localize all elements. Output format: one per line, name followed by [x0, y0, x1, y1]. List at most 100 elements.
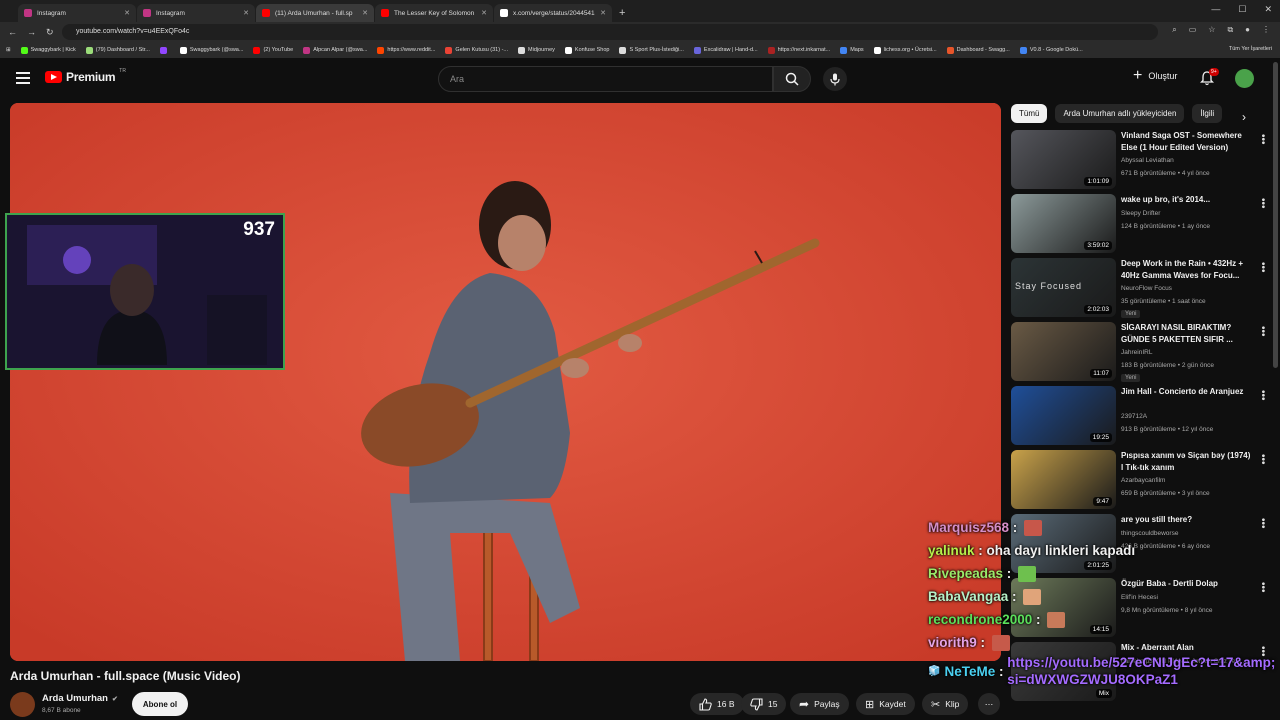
- scrollbar[interactable]: [1273, 62, 1278, 368]
- chat-username[interactable]: yalinuk: [928, 539, 975, 562]
- bookmark-item[interactable]: [159, 46, 170, 54]
- bookmark-item[interactable]: Swaggybark (@swa...: [179, 46, 244, 54]
- more-vertical-icon[interactable]: •••: [1257, 198, 1268, 209]
- recommendation-channel[interactable]: Azarbaycanfilm: [1121, 477, 1165, 484]
- tab-close-icon[interactable]: ✕: [243, 9, 249, 17]
- bookmark-item[interactable]: https://next.inkarnat...: [767, 46, 830, 54]
- video-thumbnail[interactable]: 3:59:02: [1011, 194, 1116, 253]
- chat-username[interactable]: Rivepeadas: [928, 562, 1003, 585]
- video-thumbnail[interactable]: 11:07: [1011, 322, 1116, 381]
- bookmark-item[interactable]: (79) Dashboard / Str...: [85, 46, 150, 54]
- bookmark-item[interactable]: Swaggybark | Kick: [20, 46, 76, 54]
- hamburger-menu-icon[interactable]: [16, 72, 30, 84]
- cast-icon[interactable]: ▭: [1189, 25, 1197, 35]
- recommendation-item[interactable]: 3:59:02 wake up bro, it's 2014... Sleepy D…: [1011, 194, 1268, 258]
- search-input[interactable]: Ara: [438, 66, 773, 92]
- recommendation-item[interactable]: 9:47 Pıspısa xanım və Siçan bəy (1974) l …: [1011, 450, 1268, 514]
- filter-chip[interactable]: Tümü: [1011, 104, 1048, 123]
- country-code: TR: [119, 68, 126, 74]
- apps-grid-icon[interactable]: ⊞: [6, 47, 11, 53]
- tab-close-icon[interactable]: ✕: [600, 9, 606, 17]
- forward-icon[interactable]: →: [27, 27, 36, 37]
- recommendation-item[interactable]: 1:01:09 Vinland Saga OST - Somewhere Else…: [1011, 130, 1268, 194]
- bookmark-item[interactable]: (2) YouTube: [253, 46, 293, 54]
- filter-chip[interactable]: İlgili: [1192, 104, 1223, 123]
- bookmark-item[interactable]: Alpcan Alpar (@swa...: [303, 46, 367, 54]
- bookmark-item[interactable]: Midjourney: [518, 46, 555, 54]
- chat-username[interactable]: recondrone2000: [928, 608, 1032, 631]
- chat-username[interactable]: NeTeMe: [944, 660, 995, 683]
- bookmark-star-icon[interactable]: ☆: [1208, 25, 1215, 35]
- youtube-logo[interactable]: Premium TR: [45, 68, 126, 84]
- bookmark-item[interactable]: Gelen Kutusu (31) -...: [445, 46, 508, 54]
- browser-tab[interactable]: x.com/verge/status/20445418... ✕: [494, 4, 612, 22]
- tab-close-icon[interactable]: ✕: [124, 9, 130, 17]
- close-window-icon[interactable]: ✕: [1264, 4, 1272, 15]
- tab-close-icon[interactable]: ✕: [362, 9, 368, 17]
- bookmark-item[interactable]: lichess.org • Ücretsi...: [873, 46, 937, 54]
- more-vertical-icon[interactable]: •••: [1257, 326, 1268, 337]
- voice-search-button[interactable]: [823, 67, 847, 91]
- maximize-icon[interactable]: ☐: [1238, 4, 1246, 15]
- clip-button[interactable]: ✂ Klip: [922, 693, 969, 715]
- extensions-icon[interactable]: ⧉: [1227, 25, 1233, 35]
- channel-avatar[interactable]: [10, 692, 35, 717]
- verified-icon: ✔: [111, 695, 118, 703]
- chevron-right-icon[interactable]: ›: [1242, 110, 1246, 124]
- bookmark-item[interactable]: Excalidraw | Hand-d...: [693, 46, 758, 54]
- share-button[interactable]: ➦ Paylaş: [790, 693, 849, 715]
- browser-menu-icon[interactable]: ⋮: [1262, 25, 1270, 35]
- recommendation-item[interactable]: 19:25 Jim Hall - Concierto de Aranjuez 239…: [1011, 386, 1268, 450]
- reload-icon[interactable]: ↻: [46, 27, 54, 38]
- recommendation-channel[interactable]: Abyssal Leviathan: [1121, 157, 1174, 164]
- tab-close-icon[interactable]: ✕: [481, 9, 487, 17]
- address-bar[interactable]: youtube.com/watch?v=u4EExQFo4c: [62, 24, 1158, 40]
- zoom-icon[interactable]: ⌕: [1172, 25, 1176, 35]
- video-thumbnail[interactable]: 19:25: [1011, 386, 1116, 445]
- video-thumbnail[interactable]: 9:47: [1011, 450, 1116, 509]
- more-vertical-icon[interactable]: •••: [1257, 454, 1268, 465]
- more-vertical-icon[interactable]: •••: [1257, 134, 1268, 145]
- bookmark-item[interactable]: S Sport Plus-İstediği...: [619, 46, 684, 54]
- chat-username[interactable]: BabaVangaa: [928, 585, 1008, 608]
- recommendation-channel[interactable]: 239712A: [1121, 413, 1147, 420]
- video-thumbnail[interactable]: Stay Focused 2:02:03: [1011, 258, 1116, 317]
- chat-username[interactable]: Marquisz568: [928, 516, 1009, 539]
- new-tab-icon[interactable]: +: [619, 7, 625, 19]
- profile-icon[interactable]: ●: [1245, 25, 1250, 35]
- bookmark-label: Swaggybark (@swa...: [189, 47, 244, 53]
- subscribe-button[interactable]: Abone ol: [132, 692, 188, 716]
- bookmark-item[interactable]: https://www.reddit...: [377, 46, 435, 54]
- bookmark-item[interactable]: Dashboard - Swagg...: [946, 46, 1010, 54]
- browser-tab[interactable]: The Lesser Key of Solomon - A ✕: [375, 4, 493, 22]
- user-avatar[interactable]: [1235, 69, 1254, 88]
- more-vertical-icon[interactable]: •••: [1257, 390, 1268, 401]
- bookmark-item[interactable]: Konfuse Shop: [564, 46, 609, 54]
- search-button[interactable]: [773, 66, 811, 92]
- save-button[interactable]: ⊞ Kaydet: [856, 693, 915, 715]
- recommendation-item[interactable]: 11:07 SİGARAYI NASIL BIRAKTIM? GÜNDE 5 PA…: [1011, 322, 1268, 386]
- browser-tab[interactable]: (11) Arda Umurhan - full.sp ✕: [256, 4, 374, 22]
- recommendation-channel[interactable]: JahreinIRL: [1121, 349, 1152, 356]
- browser-tab[interactable]: Instagram ✕: [137, 4, 255, 22]
- back-icon[interactable]: ←: [8, 27, 17, 37]
- recommendation-channel[interactable]: Sleepy Drifter: [1121, 210, 1160, 217]
- recommendation-item[interactable]: Stay Focused 2:02:03 Deep Work in the Rain…: [1011, 258, 1268, 322]
- like-button[interactable]: 16 B: [690, 693, 744, 715]
- create-button[interactable]: + Oluştur: [1133, 68, 1177, 84]
- minimize-icon[interactable]: —: [1211, 4, 1220, 15]
- recommendation-channel[interactable]: NeuroFlow Focus: [1121, 285, 1172, 292]
- video-thumbnail[interactable]: 1:01:09: [1011, 130, 1116, 189]
- more-vertical-icon[interactable]: •••: [1257, 262, 1268, 273]
- bookmark-item[interactable]: V0.8 - Google Dokü...: [1019, 46, 1083, 54]
- recommendation-meta: 124 B görüntüleme • 1 ay önce: [1121, 223, 1211, 230]
- browser-tab[interactable]: Instagram ✕: [18, 4, 136, 22]
- video-player[interactable]: [10, 103, 1001, 661]
- bookmark-item[interactable]: Maps: [840, 46, 864, 54]
- filter-chip[interactable]: Arda Umurhan adlı yükleyiciden: [1055, 104, 1185, 123]
- chat-username[interactable]: viorith9: [928, 631, 977, 654]
- channel-name[interactable]: Arda Umurhan ✔: [42, 693, 118, 704]
- dislike-button[interactable]: 15: [741, 693, 787, 715]
- all-bookmarks[interactable]: Tüm Yer İşaretleri: [1229, 46, 1272, 52]
- more-actions-button[interactable]: ⋯: [978, 693, 1000, 715]
